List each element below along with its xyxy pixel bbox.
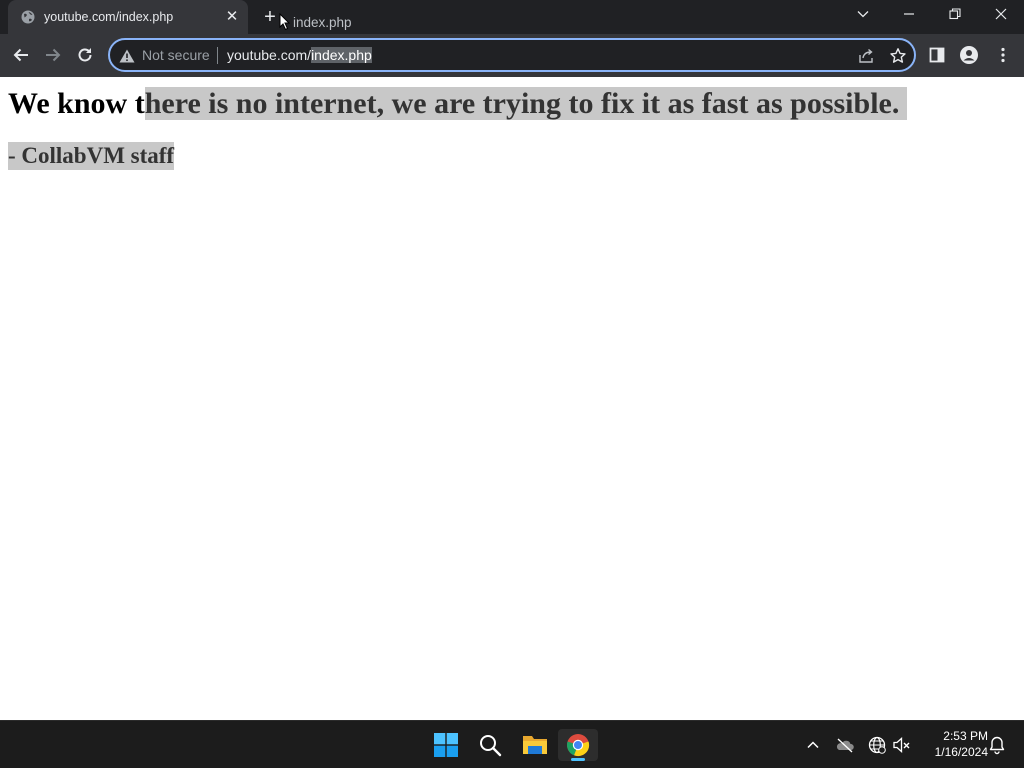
side-panel-icon: [929, 47, 945, 63]
warning-icon[interactable]: [119, 49, 135, 63]
tab-search-button[interactable]: [840, 0, 886, 30]
close-window-button[interactable]: [978, 0, 1024, 30]
arrow-left-icon: [13, 48, 28, 62]
windows-start-icon: [434, 733, 458, 757]
clock-time: 2:53 PM: [943, 729, 988, 743]
heading-plain-text: We know t: [8, 87, 145, 120]
browser-toolbar: Not secure youtube.com/index.php: [0, 34, 1024, 77]
url-text[interactable]: youtube.com/index.php: [227, 47, 372, 63]
windows-taskbar: 2:53 PM 1/16/2024: [0, 720, 1024, 768]
staff-signature: - CollabVM staff: [8, 142, 175, 170]
page-heading: We know there is no internet, we are try…: [8, 87, 908, 121]
url-path-selected: index.php: [311, 47, 372, 63]
clock-date: 1/16/2024: [934, 745, 988, 759]
url-host: youtube.com/: [227, 47, 312, 63]
chrome-taskbar-button[interactable]: [558, 729, 598, 761]
active-app-indicator: [571, 758, 585, 761]
globe-icon: [21, 10, 35, 24]
tab-strip: youtube.com/index.php ✕ + index.php: [0, 0, 1024, 46]
restore-icon: [949, 8, 961, 20]
heading-selected-text: here is no internet, we are trying to fi…: [144, 87, 908, 120]
tab-close-icon[interactable]: ✕: [224, 9, 240, 25]
file-explorer-icon: [523, 736, 547, 754]
reload-icon: [78, 48, 92, 62]
bell-icon[interactable]: [987, 735, 1007, 755]
volume-muted-icon[interactable]: [892, 735, 912, 755]
forward-button[interactable]: [40, 42, 66, 68]
start-button[interactable]: [426, 729, 466, 761]
onedrive-offline-icon[interactable]: [835, 735, 855, 755]
new-tab-button[interactable]: +: [259, 7, 281, 29]
share-icon[interactable]: [858, 47, 876, 65]
page-content: We know there is no internet, we are try…: [0, 77, 1024, 720]
profile-button[interactable]: [956, 42, 982, 68]
taskbar-search-button[interactable]: [470, 729, 510, 761]
omnibox-divider: [217, 47, 218, 64]
browser-tab[interactable]: youtube.com/index.php ✕: [8, 0, 248, 34]
kebab-menu-icon: [1001, 47, 1005, 63]
chevron-up-icon[interactable]: [803, 735, 823, 755]
security-status-label[interactable]: Not secure: [142, 47, 210, 63]
search-icon: [480, 735, 502, 757]
address-bar[interactable]: Not secure youtube.com/index.php: [108, 38, 916, 72]
profile-icon: [960, 46, 978, 64]
tab-title: youtube.com/index.php: [44, 10, 174, 24]
reload-button[interactable]: [72, 42, 98, 68]
star-icon[interactable]: [889, 47, 907, 65]
minimize-button[interactable]: [886, 0, 932, 30]
restore-button[interactable]: [932, 0, 978, 30]
mouse-cursor-icon: [279, 13, 291, 31]
dragged-text-ghost: index.php: [293, 15, 352, 30]
menu-button[interactable]: [990, 42, 1016, 68]
system-clock[interactable]: 2:53 PM 1/16/2024: [918, 728, 988, 760]
side-panel-button[interactable]: [924, 42, 950, 68]
chrome-icon: [567, 734, 590, 757]
back-button[interactable]: [8, 42, 34, 68]
minimize-icon: [904, 13, 914, 15]
file-explorer-button[interactable]: [514, 729, 554, 761]
arrow-right-icon: [46, 48, 61, 62]
network-globe-icon[interactable]: [867, 735, 887, 755]
close-icon: [995, 8, 1007, 20]
chevron-down-icon: [857, 11, 869, 18]
